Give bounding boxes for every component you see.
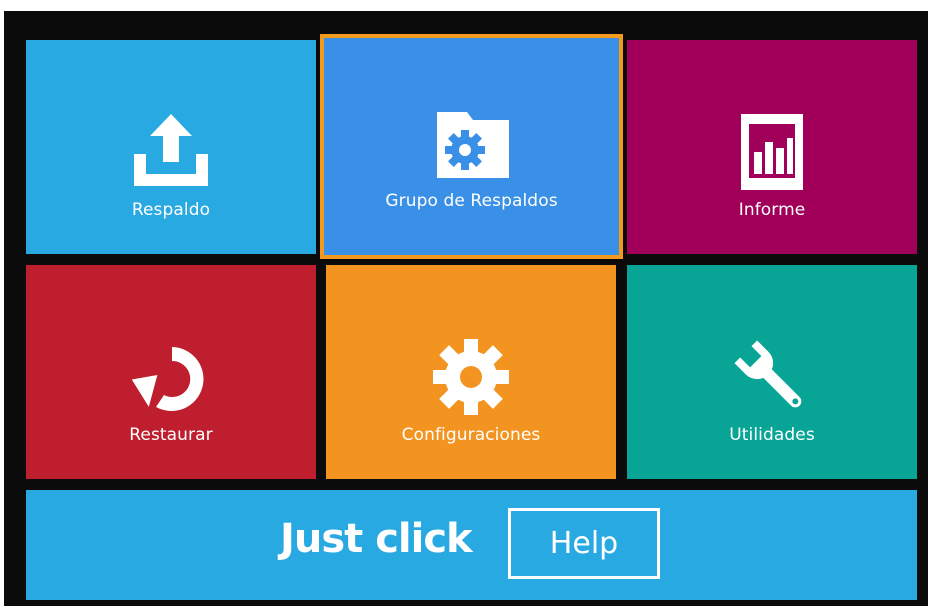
tile-configuraciones[interactable]: Configuraciones xyxy=(326,265,616,479)
tile-grupo-de-respaldos-label: Grupo de Respaldos xyxy=(385,191,558,211)
tile-utilidades-label: Utilidades xyxy=(729,425,815,445)
tile-respaldo[interactable]: Respaldo xyxy=(26,40,316,254)
help-button[interactable]: Help xyxy=(508,508,660,579)
tile-restaurar-label: Restaurar xyxy=(129,425,213,445)
bottom-banner: Just click Help xyxy=(26,490,917,600)
tile-respaldo-label: Respaldo xyxy=(131,200,211,220)
wrench-icon xyxy=(727,333,817,423)
tile-restaurar[interactable]: Restaurar xyxy=(26,265,316,479)
tile-informe-label: Informe xyxy=(738,200,806,220)
tile-grupo-de-respaldos[interactable]: Grupo de Respaldos xyxy=(320,34,623,259)
folder-gear-icon xyxy=(427,98,517,188)
upload-tray-icon xyxy=(126,108,216,198)
banner-slogan: Just click xyxy=(280,516,473,562)
tile-informe[interactable]: Informe xyxy=(627,40,917,254)
gear-icon xyxy=(426,333,516,423)
restore-arrow-icon xyxy=(126,333,216,423)
tile-utilidades[interactable]: Utilidades xyxy=(627,265,917,479)
tile-configuraciones-label: Configuraciones xyxy=(401,425,541,445)
bar-chart-icon xyxy=(727,108,817,198)
